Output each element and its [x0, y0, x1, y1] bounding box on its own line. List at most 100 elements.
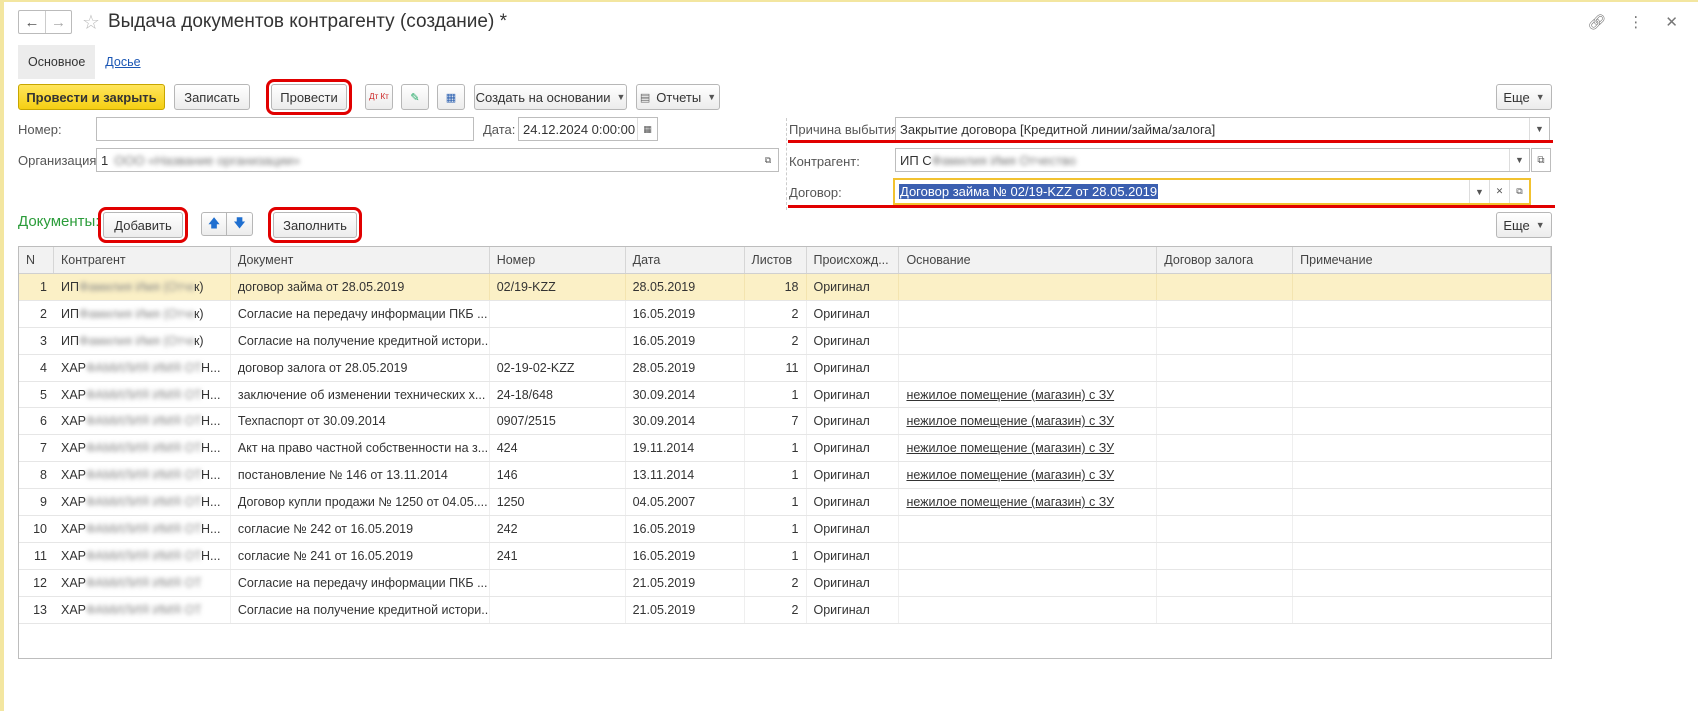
cell-pledge [1157, 462, 1294, 489]
edit-pen-icon[interactable]: ✎ [401, 84, 429, 110]
page-title: Выдача документов контрагенту (создание)… [107, 11, 507, 32]
chevron-down-icon[interactable]: ▼ [1529, 118, 1549, 140]
fill-button[interactable]: Заполнить [268, 207, 362, 243]
cell-number: 0907/2515 [490, 408, 626, 435]
column-header[interactable]: Документ [231, 247, 490, 273]
back-arrow-icon[interactable]: ← [19, 11, 45, 33]
cell-basis [899, 300, 1158, 327]
cell-counterparty: ХАРФАМИЛИЯ ИМЯ ОТЧЕСТВН... [54, 489, 231, 516]
documents-more-button[interactable]: Еще ▼ [1496, 212, 1552, 238]
basis-link[interactable]: нежилое помещение (магазин) с ЗУ [906, 414, 1114, 428]
column-header[interactable]: Договор залога [1157, 247, 1294, 273]
column-header[interactable]: Листов [745, 247, 807, 273]
cell-sheets: 1 [745, 516, 807, 542]
documents-more-label: Еще [1503, 217, 1530, 233]
save-button[interactable]: Записать [174, 84, 250, 110]
favorite-star-icon[interactable]: ☆ [82, 10, 100, 35]
open-icon[interactable]: ⧉ [758, 149, 778, 171]
chevron-down-icon[interactable]: ▼ [1509, 149, 1529, 171]
column-header[interactable]: Контрагент [54, 247, 231, 273]
column-header[interactable]: Происхожд... [807, 247, 900, 273]
tab-main[interactable]: Основное [18, 45, 96, 79]
counterparty-prefix: ХАР [60, 360, 86, 375]
cell-basis [899, 354, 1158, 381]
cell-n: 11 [34, 548, 47, 563]
counterparty-redacted: ФАМИЛИЯ ИМЯ ОТЧЕСТВ [86, 602, 201, 617]
column-header[interactable]: N [19, 247, 54, 273]
cell-basis: нежилое помещение (магазин) с ЗУ [899, 408, 1158, 435]
cell-pledge [1157, 274, 1294, 300]
more-button[interactable]: Еще ▼ [1496, 84, 1552, 110]
move-down-icon[interactable]: 🡇 [227, 212, 253, 236]
more-vertical-icon[interactable]: ⋮ [1628, 13, 1643, 31]
cell-origin: Оригинал [807, 489, 900, 516]
post-and-close-button[interactable]: Провести и закрыть [18, 84, 165, 110]
nav-group: ← → [18, 10, 72, 34]
forward-arrow-icon[interactable]: → [45, 11, 71, 33]
tab-dossier[interactable]: Досье [105, 55, 140, 69]
counterparty-redacted: Фамилия Имя (Отчест [78, 280, 194, 294]
cell-pledge [1157, 300, 1294, 327]
cell-number: 24-18/648 [490, 381, 626, 408]
cell-sheets: 1 [745, 542, 807, 569]
table-row[interactable]: 6ХАРФАМИЛИЯ ИМЯ ОТЧЕСТВН...Техпаспорт от… [19, 408, 1551, 436]
column-header[interactable]: Дата [626, 247, 745, 273]
documents-title: Документы: [18, 213, 100, 230]
cell-note [1293, 328, 1551, 354]
basis-link[interactable]: нежилое помещение (магазин) с ЗУ [906, 495, 1114, 509]
column-header[interactable]: Примечание [1293, 247, 1551, 273]
table-row[interactable]: 5ХАРФАМИЛИЯ ИМЯ ОТЧЕСТВН...заключение об… [19, 381, 1551, 409]
basis-link[interactable]: нежилое помещение (магазин) с ЗУ [906, 468, 1114, 482]
create-based-on-button[interactable]: Создать на основании ▼ [474, 84, 627, 110]
table-row[interactable]: 10ХАРФАМИЛИЯ ИМЯ ОТЧЕСТВН...согласие № 2… [19, 516, 1551, 543]
cell-counterparty: ХАРФАМИЛИЯ ИМЯ ОТЧЕСТВН... [54, 381, 231, 408]
number-field[interactable] [96, 117, 474, 141]
chevron-down-icon[interactable]: ▼ [1469, 180, 1489, 203]
table-row[interactable]: 9ХАРФАМИЛИЯ ИМЯ ОТЧЕСТВН...Договор купли… [19, 489, 1551, 517]
add-button[interactable]: Добавить [98, 207, 188, 243]
post-button[interactable]: Провести [266, 79, 352, 115]
table-row[interactable]: 3ИПФамилия Имя (Отчестк)Согласие на полу… [19, 327, 1551, 355]
table-row[interactable]: 11ХАРФАМИЛИЯ ИМЯ ОТЧЕСТВН...согласие № 2… [19, 542, 1551, 570]
table-row[interactable]: 8ХАРФАМИЛИЯ ИМЯ ОТЧЕСТВН...постановление… [19, 462, 1551, 490]
counterparty-redacted: Фамилия Имя Отчество [931, 152, 1076, 168]
date-field[interactable]: 24.12.2024 0:00:00 ▦ [518, 117, 658, 141]
calendar-icon[interactable]: ▦ [637, 118, 657, 140]
table-row[interactable]: 2ИПФамилия Имя (Отчестк)Согласие на пере… [19, 300, 1551, 328]
contract-field[interactable]: Договор займа № 02/19-KZZ от 28.05.2019 … [893, 178, 1531, 205]
cell-counterparty: ХАРФАМИЛИЯ ИМЯ ОТЧЕСТВ [54, 596, 231, 623]
basis-link[interactable]: нежилое помещение (магазин) с ЗУ [906, 388, 1114, 402]
documents-table[interactable]: N Контрагент Документ Номер Дата Листов Происх… [18, 246, 1552, 659]
clear-icon[interactable]: ✕ [1489, 180, 1509, 203]
cell-basis [899, 596, 1158, 623]
table-body: 1ИПФамилия Имя (Отчестк)договор займа от… [19, 274, 1551, 624]
cell-number: 1250 [490, 489, 626, 516]
link-icon[interactable]: 🔗︎ [1587, 13, 1606, 31]
cell-counterparty: ИПФамилия Имя (Отчестк) [54, 274, 231, 300]
table-row[interactable]: 12ХАРФАМИЛИЯ ИМЯ ОТЧЕСТВСогласие на пере… [19, 569, 1551, 597]
dt-kt-icon[interactable]: Дт Кт [365, 84, 393, 110]
column-header[interactable]: Основание [899, 247, 1158, 273]
title-actions: 🔗︎ ⋮ ✕ [1587, 13, 1678, 31]
open-icon[interactable]: ⧉ [1509, 180, 1529, 203]
reason-field[interactable]: Закрытие договора [Кредитной линии/займа… [895, 117, 1550, 141]
structure-icon[interactable]: ▦ [437, 84, 465, 110]
reports-button[interactable]: ▤ Отчеты ▼ [636, 84, 720, 110]
table-row[interactable]: 13ХАРФАМИЛИЯ ИМЯ ОТЧЕСТВСогласие на полу… [19, 596, 1551, 624]
organization-field[interactable]: 1 ООО «Название организации» ⧉ [96, 148, 779, 172]
table-row[interactable]: 7ХАРФАМИЛИЯ ИМЯ ОТЧЕСТВН...Акт на право … [19, 435, 1551, 463]
counterparty-field[interactable]: ИП С Фамилия Имя Отчество ▼ [895, 148, 1530, 172]
basis-link[interactable]: нежилое помещение (магазин) с ЗУ [906, 441, 1114, 455]
table-row[interactable]: 4ХАРФАМИЛИЯ ИМЯ ОТЧЕСТВН...договор залог… [19, 354, 1551, 382]
cell-n: 13 [33, 602, 47, 617]
cell-note [1293, 435, 1551, 461]
open-icon[interactable]: ⧉ [1531, 148, 1551, 172]
move-up-icon[interactable]: 🡅 [201, 212, 227, 236]
counterparty-prefix: ХАР [60, 522, 86, 537]
cell-document: Согласие на передачу информации ПКБ ... [231, 569, 490, 596]
counterparty-suffix: к) [193, 280, 204, 294]
table-row[interactable]: 1ИПФамилия Имя (Отчестк)договор займа от… [19, 274, 1551, 301]
close-icon[interactable]: ✕ [1665, 13, 1678, 31]
column-header[interactable]: Номер [490, 247, 626, 273]
form-tabs: Основное Досье [18, 45, 141, 79]
